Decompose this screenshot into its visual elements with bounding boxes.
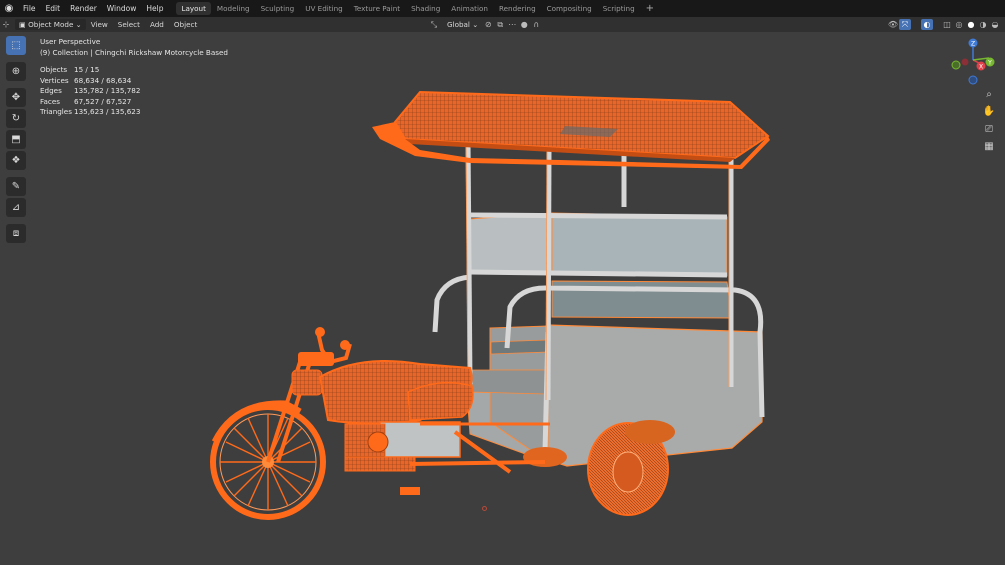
scene-statistics: Objects 15 / 15 Vertices 68,634 / 68,634… xyxy=(40,65,228,118)
rotate-icon[interactable]: ↻ xyxy=(6,109,26,128)
menu-add[interactable]: Add xyxy=(145,20,169,29)
snap-icon[interactable]: ⧉ xyxy=(494,19,506,30)
tab-layout[interactable]: Layout xyxy=(176,2,211,15)
cursor-icon[interactable]: ⊕ xyxy=(6,62,26,81)
proportional-edit-icon[interactable]: ● xyxy=(518,19,530,30)
tab-compositing[interactable]: Compositing xyxy=(542,2,597,15)
collection-label: (9) Collection | Chingchi Rickshaw Motor… xyxy=(40,47,228,57)
menu-window[interactable]: Window xyxy=(102,0,142,17)
pivot-icon[interactable]: ⊘ xyxy=(482,19,494,30)
snap-target-icon[interactable]: ⋯ xyxy=(506,19,518,30)
chevron-down-icon: ⌄ xyxy=(75,20,82,29)
stat-vertices: Vertices 68,634 / 68,634 xyxy=(40,75,132,85)
viewport-header: ⊹ ▣ Object Mode ⌄ View Select Add Object… xyxy=(0,17,1005,32)
editor-type-icon[interactable]: ⊹ xyxy=(0,19,12,30)
add-cube-icon[interactable]: ⧈ xyxy=(6,224,26,243)
object-mode-icon: ▣ xyxy=(19,20,26,29)
chevron-down-icon: ⌄ xyxy=(472,20,479,29)
overlay-toggle-icon[interactable]: ◐ xyxy=(921,19,933,30)
stat-objects: Objects 15 / 15 xyxy=(40,65,100,74)
stat-triangles: Triangles 135,623 / 135,623 xyxy=(40,107,141,116)
menu-help[interactable]: Help xyxy=(141,0,168,17)
annotate-icon[interactable]: ✎ xyxy=(6,177,26,196)
tab-animation[interactable]: Animation xyxy=(446,2,493,15)
menu-edit[interactable]: Edit xyxy=(41,0,66,17)
top-menu-bar: ◉ File Edit Render Window Help Layout Mo… xyxy=(0,0,1005,17)
mode-dropdown[interactable]: ▣ Object Mode ⌄ xyxy=(15,19,86,30)
menu-object[interactable]: Object xyxy=(169,20,202,29)
move-icon[interactable]: ✥ xyxy=(6,88,26,107)
hand-icon[interactable]: ✋ xyxy=(980,103,998,119)
select-box-icon[interactable]: ⬚ xyxy=(6,36,26,55)
gizmo-toggle-icon[interactable]: ⤧ xyxy=(899,19,911,30)
scale-icon[interactable]: ⬒ xyxy=(6,130,26,149)
measure-icon[interactable]: ⊿ xyxy=(6,198,26,217)
viewport-info-overlay: User Perspective (9) Collection | Chingc… xyxy=(40,37,228,118)
3d-viewport[interactable]: ⬚ ⊕ ✥ ↻ ⬒ ❖ ✎ ⊿ ⧈ User Perspective (9) C… xyxy=(0,32,1005,565)
tool-shelf: ⬚ ⊕ ✥ ↻ ⬒ ❖ ✎ ⊿ ⧈ xyxy=(5,36,27,245)
tab-modeling[interactable]: Modeling xyxy=(212,2,255,15)
viewport-shading-controls: 👁 ⤧ ◐ ◫ ◎ ● ◑ ◒ xyxy=(887,19,1001,30)
3d-cursor-icon[interactable] xyxy=(482,506,487,511)
perspective-label: User Perspective xyxy=(40,37,101,46)
rendered-shading-icon[interactable]: ◒ xyxy=(989,19,1001,30)
menu-select[interactable]: Select xyxy=(113,20,145,29)
material-shading-icon[interactable]: ◑ xyxy=(977,19,989,30)
orientation-label: Global xyxy=(447,20,470,29)
blender-logo-icon[interactable]: ◉ xyxy=(0,0,18,17)
orientation-dropdown[interactable]: Global ⌄ xyxy=(443,19,482,30)
transform-controls: ⤡ Global ⌄ ⊘ ⧉ ⋯ ● ∩ xyxy=(428,19,542,30)
stat-edges: Edges 135,782 / 135,782 xyxy=(40,86,141,95)
solid-shading-icon[interactable]: ● xyxy=(965,19,977,30)
tab-texture-paint[interactable]: Texture Paint xyxy=(349,2,405,15)
menu-render[interactable]: Render xyxy=(65,0,102,17)
menu-file[interactable]: File xyxy=(18,0,41,17)
tab-scripting[interactable]: Scripting xyxy=(598,2,640,15)
transform-icon[interactable]: ❖ xyxy=(6,151,26,170)
svg-text:Z: Z xyxy=(971,41,975,48)
add-workspace-button[interactable]: + xyxy=(641,3,659,14)
workspace-tabs: Layout Modeling Sculpting UV Editing Tex… xyxy=(176,0,659,17)
stat-faces: Faces 67,527 / 67,527 xyxy=(40,96,132,106)
svg-text:Y: Y xyxy=(987,60,992,67)
tab-shading[interactable]: Shading xyxy=(406,2,445,15)
tab-sculpting[interactable]: Sculpting xyxy=(256,2,300,15)
menu-view[interactable]: View xyxy=(86,20,113,29)
svg-text:X: X xyxy=(979,64,983,71)
mode-label: Object Mode xyxy=(28,20,74,29)
falloff-icon[interactable]: ∩ xyxy=(530,19,542,30)
tab-rendering[interactable]: Rendering xyxy=(494,2,541,15)
tab-uv-editing[interactable]: UV Editing xyxy=(300,2,348,15)
zoom-icon[interactable]: ⌕ xyxy=(980,86,998,102)
orientation-icon: ⤡ xyxy=(430,19,438,29)
xray-icon[interactable]: ◫ xyxy=(941,19,953,30)
navigation-gizmo[interactable]: Z X Y xyxy=(945,36,1003,90)
wireframe-shading-icon[interactable]: ◎ xyxy=(953,19,965,30)
grid-icon[interactable]: ▦ xyxy=(980,138,998,154)
visibility-icon[interactable]: 👁 xyxy=(887,19,899,30)
camera-icon[interactable]: ⎚ xyxy=(980,121,998,137)
